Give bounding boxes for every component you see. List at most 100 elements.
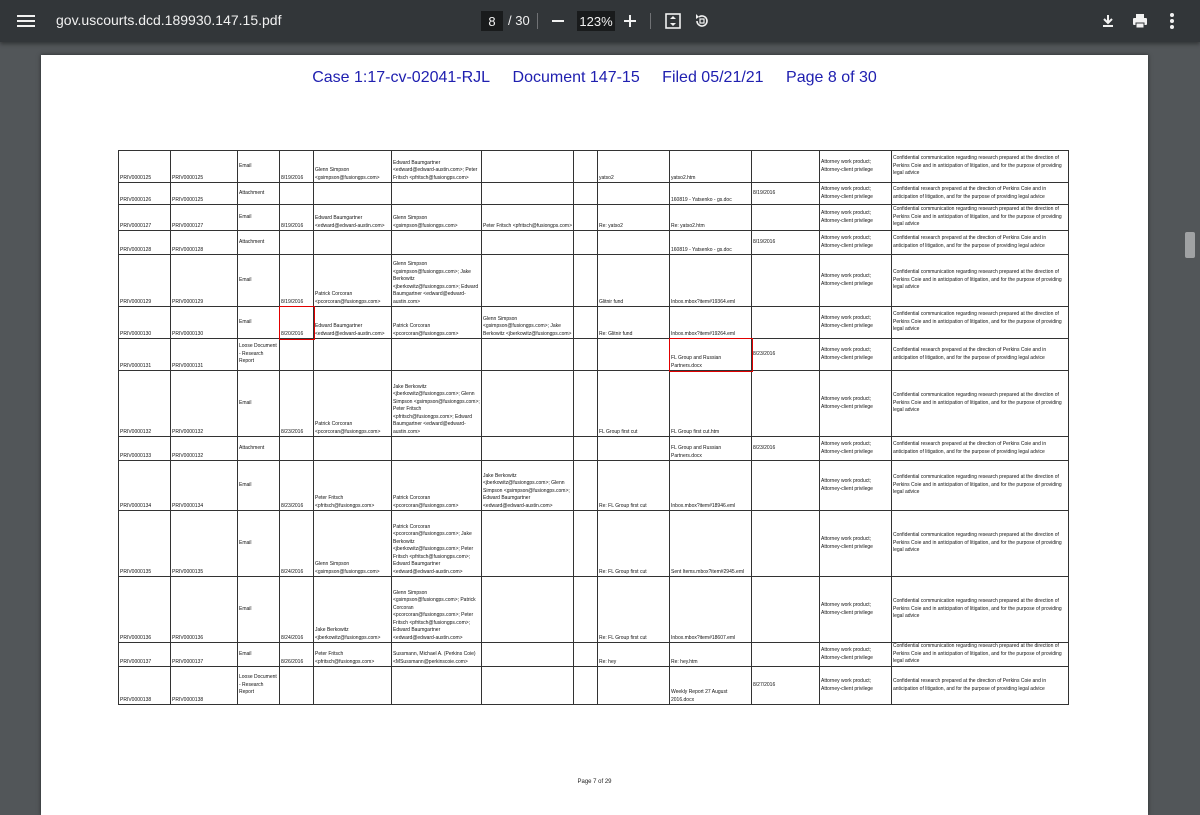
zoom-out-button[interactable] (546, 9, 570, 33)
table-cell-parent: PRIV0000128 (170, 230, 238, 255)
print-button[interactable] (1128, 9, 1152, 33)
table-cell-to: Patrick Corcoran <pcorcoran@fusiongps.co… (391, 510, 482, 577)
table-row: PRIV0000125 PRIV0000125 Email 8/19/2016 Glen… (118, 150, 1069, 183)
table-cell-type: Email (237, 510, 280, 577)
table-cell-subject: Re: hey (597, 642, 670, 667)
table-cell-parent: PRIV0000135 (170, 510, 238, 577)
table-row: PRIV0000138 PRIV0000138 Loose Document - R… (118, 666, 1069, 705)
table-cell-parent: PRIV0000127 (170, 204, 238, 231)
table-row: PRIV0000134 PRIV0000134 Email 8/23/2016 Pete… (118, 460, 1069, 511)
table-cell-id: PRIV0000127 (118, 204, 171, 231)
table-cell-cc (481, 150, 574, 183)
table-cell-bcc (573, 370, 598, 437)
table-cell-filedate (751, 306, 820, 339)
table-cell-to (391, 230, 482, 255)
table-cell-from: Glenn Simpson <gsimpson@fusiongps.com> (313, 150, 392, 183)
table-cell-filedate: 8/27/2016 (751, 666, 820, 705)
table-cell-from: Patrick Corcoran <pcorcoran@fusiongps.co… (313, 254, 392, 307)
table-cell-filename: FL Group and Russian Partners.docx (668, 337, 753, 372)
table-cell-parent: PRIV0000134 (170, 460, 238, 511)
table-cell-desc: Confidential communication regarding res… (891, 642, 1069, 667)
table-cell-from: Jake Berkowitz <jberkowitz@fusiongps.com… (313, 576, 392, 643)
table-row: PRIV0000135 PRIV0000135 Email 8/24/2016 Glen… (118, 510, 1069, 577)
table-cell-desc: Confidential research prepared at the di… (891, 436, 1069, 461)
table-cell-filename: Sent Items.mbox?item#2945.eml (669, 510, 752, 577)
table-row: PRIV0000137 PRIV0000137 Email 8/26/2016 Pete… (118, 642, 1069, 667)
table-cell-id: PRIV0000125 (118, 150, 171, 183)
table-cell-id: PRIV0000138 (118, 666, 171, 705)
page-footer: Page 7 of 29 (577, 779, 612, 785)
table-cell-to: Patrick Corcoran <pcorcoran@fusiongps.co… (391, 460, 482, 511)
table-cell-bcc (573, 230, 598, 255)
table-cell-desc: Confidential communication regarding res… (891, 460, 1069, 511)
table-cell-type: Email (237, 460, 280, 511)
plus-icon (624, 15, 636, 27)
table-cell-filedate (751, 254, 820, 307)
table-cell-to: Glenn Simpson <gsimpson@fusiongps.com> (391, 204, 482, 231)
table-row: PRIV0000133 PRIV0000132 Attachment FL Group… (118, 436, 1069, 461)
table-cell-to: Edward Baumgartner <edward@edward-austin… (391, 150, 482, 183)
download-button[interactable] (1096, 9, 1120, 33)
table-row: PRIV0000129 PRIV0000129 Email 8/19/2016 Patr… (118, 254, 1069, 307)
table-cell-subject: Re: FL Group first cut (597, 510, 670, 577)
table-cell-bcc (573, 436, 598, 461)
menu-icon[interactable] (17, 12, 35, 30)
table-cell-bcc (573, 306, 598, 339)
table-cell-priv: Attorney work product; Attorney-client p… (819, 370, 892, 437)
table-cell-to (391, 666, 482, 705)
table-cell-filedate (751, 642, 820, 667)
table-cell-priv: Attorney work product; Attorney-client p… (819, 436, 892, 461)
table-cell-date (279, 436, 314, 461)
table-cell-bcc (573, 460, 598, 511)
table-cell-bcc (573, 666, 598, 705)
table-cell-type: Attachment (237, 230, 280, 255)
zoom-in-button[interactable] (618, 9, 642, 33)
table-cell-date: 8/23/2016 (279, 460, 314, 511)
table-cell-date (279, 666, 314, 705)
more-actions-button[interactable] (1160, 9, 1184, 33)
table-cell-id: PRIV0000132 (118, 370, 171, 437)
rotate-button[interactable] (690, 9, 714, 33)
table-cell-parent: PRIV0000125 (170, 182, 238, 205)
table-cell-filename: FL Group first cut.htm (669, 370, 752, 437)
table-cell-cc (481, 666, 574, 705)
table-cell-date: 8/19/2016 (279, 204, 314, 231)
table-cell-bcc (573, 576, 598, 643)
table-cell-id: PRIV0000135 (118, 510, 171, 577)
table-cell-parent: PRIV0000136 (170, 576, 238, 643)
table-cell-cc: Glenn Simpson <gsimpson@fusiongps.com>; … (481, 306, 574, 339)
table-cell-desc: Confidential research prepared at the di… (891, 230, 1069, 255)
table-cell-from: Peter Fritsch <pfritsch@fusiongps.com> (313, 642, 392, 667)
table-cell-subject: FL Group first cut (597, 370, 670, 437)
table-row: PRIV0000128 PRIV0000128 Attachment 160819 -… (118, 230, 1069, 255)
table-cell-cc: Peter Fritsch <pfritsch@fusiongps.com> (481, 204, 574, 231)
table-cell-type: Attachment (237, 182, 280, 205)
table-cell-from (313, 338, 392, 371)
table-cell-filedate (751, 510, 820, 577)
table-cell-subject (597, 666, 670, 705)
page-total: / 30 (508, 13, 530, 28)
minus-icon (552, 20, 564, 22)
table-cell-type: Email (237, 204, 280, 231)
table-cell-subject: Re: FL Group first cut (597, 576, 670, 643)
table-cell-subject: Re: Glitnir fund (597, 306, 670, 339)
table-cell-filename: Weekly Report 27 August 2016.docx (669, 666, 752, 705)
table-cell-date: 8/24/2016 (279, 510, 314, 577)
table-cell-to: Glenn Simpson <gsimpson@fusiongps.com>; … (391, 254, 482, 307)
table-cell-filename: Re: hey.htm (669, 642, 752, 667)
table-cell-subject: Re: FL Group first cut (597, 460, 670, 511)
page-number-input[interactable] (481, 11, 503, 31)
table-cell-from (313, 436, 392, 461)
table-cell-date: 8/20/2016 (278, 305, 315, 340)
scrollbar-thumb[interactable] (1185, 232, 1195, 258)
table-cell-type: Email (237, 150, 280, 183)
table-cell-to: Glenn Simpson <gsimpson@fusiongps.com>; … (391, 576, 482, 643)
table-cell-parent: PRIV0000125 (170, 150, 238, 183)
table-row: PRIV0000136 PRIV0000136 Email 8/24/2016 Jake… (118, 576, 1069, 643)
table-cell-parent: PRIV0000132 (170, 436, 238, 461)
table-cell-from: Peter Fritsch <pfritsch@fusiongps.com> (313, 460, 392, 511)
zoom-input[interactable] (577, 11, 615, 31)
fit-page-button[interactable] (661, 9, 685, 33)
table-cell-priv: Attorney work product; Attorney-client p… (819, 204, 892, 231)
table-cell-to: Sussmann, Michael A. (Perkins Coie) <MSu… (391, 642, 482, 667)
